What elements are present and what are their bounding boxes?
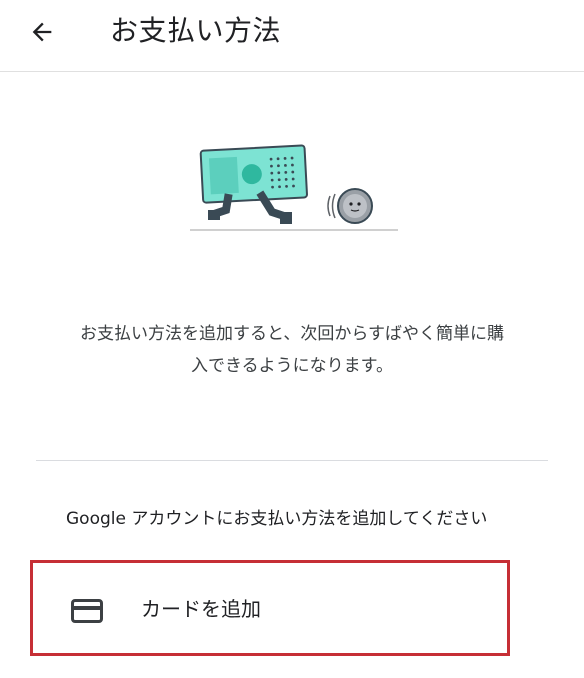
add-payment-section-label: Google アカウントにお支払い方法を追加してください <box>66 509 488 529</box>
page-title: お支払い方法 <box>110 14 282 47</box>
payment-methods-screen: お支払い方法 お支払い方法を追加すると、次回からすばやく簡単に購 入できるように… <box>0 0 584 678</box>
add-card-button[interactable]: カードを追加 <box>30 560 510 656</box>
running-bill-illustration <box>190 144 398 231</box>
credit-card-icon <box>71 599 103 623</box>
description-line-2: 入できるようになります。 <box>191 356 393 376</box>
empty-state-description: お支払い方法を追加すると、次回からすばやく簡単に購 入できるようになります。 <box>60 318 524 382</box>
arrow-back-icon <box>32 22 52 42</box>
back-button[interactable] <box>22 12 62 52</box>
section-divider <box>36 460 548 461</box>
app-bar: お支払い方法 <box>0 0 584 72</box>
add-card-label: カードを追加 <box>141 597 261 621</box>
payment-illustration <box>180 132 410 242</box>
description-line-1: お支払い方法を追加すると、次回からすばやく簡単に購 <box>80 324 504 344</box>
